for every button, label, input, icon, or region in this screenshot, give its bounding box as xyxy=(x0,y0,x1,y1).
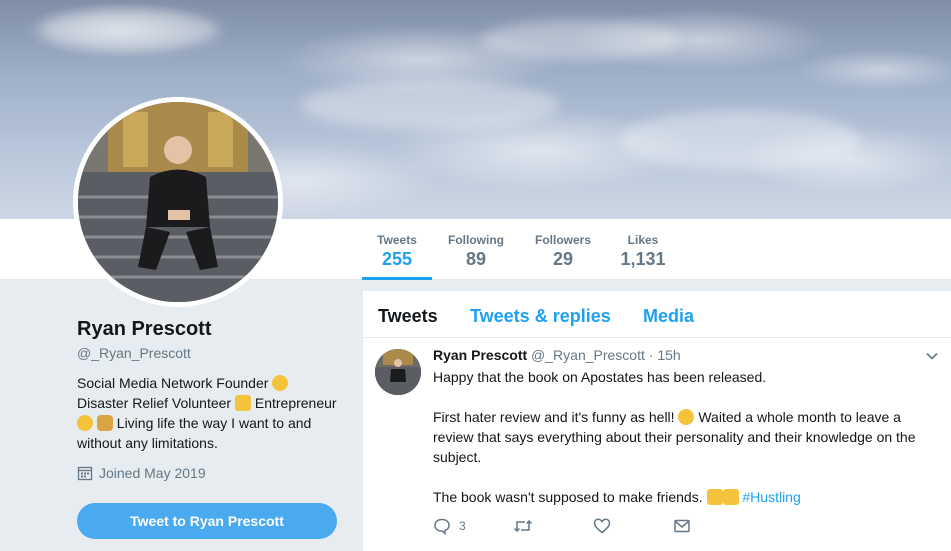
stat-value: 1,131 xyxy=(620,249,666,269)
avatar-photo xyxy=(78,102,278,302)
retweet-icon xyxy=(513,519,533,533)
tweet-actions: 3 xyxy=(433,517,753,535)
stat-following[interactable]: Following 89 xyxy=(443,233,509,280)
tweet-item[interactable]: Ryan Prescott @_Ryan_Prescott · 15h Happ… xyxy=(363,291,951,535)
envelope-icon xyxy=(674,519,690,533)
retweet-button[interactable] xyxy=(513,517,593,535)
joined-text: Joined May 2019 xyxy=(99,465,206,481)
tweet-time[interactable]: 15h xyxy=(657,347,680,363)
profile-handle[interactable]: @_Ryan_Prescott xyxy=(77,345,347,361)
chevron-down-icon[interactable] xyxy=(925,349,939,363)
tweet-header: Ryan Prescott @_Ryan_Prescott · 15h xyxy=(433,347,681,363)
thumbs-up-emoji-icon xyxy=(706,489,723,505)
stat-label: Followers xyxy=(534,233,591,247)
tweet-paragraph: Happy that the book on Apostates has bee… xyxy=(433,369,767,385)
tweet-paragraph: The book wasn't supposed to make friends… xyxy=(433,487,933,507)
stat-label: Likes xyxy=(627,233,659,247)
sunglasses-emoji-icon xyxy=(272,375,289,391)
tweet-to-user-button[interactable]: Tweet to Ryan Prescott xyxy=(77,503,337,539)
stat-value: 89 xyxy=(465,249,487,269)
tweet-avatar[interactable] xyxy=(375,349,421,395)
money-bag-emoji-icon xyxy=(96,415,113,431)
handshake-emoji-icon xyxy=(234,395,251,411)
profile-joined: Joined May 2019 xyxy=(77,465,347,481)
stat-value: 29 xyxy=(552,249,574,269)
flexed-biceps-emoji-icon xyxy=(722,489,739,505)
stat-tweets[interactable]: Tweets 255 xyxy=(362,233,432,280)
profile-bio: Social Media Network Founder Disaster Re… xyxy=(77,373,347,453)
stat-label: Following xyxy=(448,233,504,247)
tweet-text: Happy that the book on Apostates has bee… xyxy=(433,367,933,527)
reply-button[interactable]: 3 xyxy=(433,517,513,535)
tweet-paragraph: First hater review and it's funny as hel… xyxy=(433,407,933,467)
stat-followers[interactable]: Followers 29 xyxy=(530,233,596,280)
calendar-icon xyxy=(77,466,93,481)
tweet-author-handle[interactable]: @_Ryan_Prescott xyxy=(531,347,645,363)
heart-icon xyxy=(593,518,611,534)
money-face-emoji-icon xyxy=(77,415,93,431)
bio-text: Entrepreneur xyxy=(254,395,337,411)
bio-text: Disaster Relief Volunteer xyxy=(77,395,232,411)
bio-text: Social Media Network Founder xyxy=(77,375,269,391)
like-button[interactable] xyxy=(593,517,673,535)
stat-likes[interactable]: Likes 1,131 xyxy=(613,233,673,280)
direct-message-button[interactable] xyxy=(673,517,753,535)
tweet-text-span: The book wasn't supposed to make friends… xyxy=(433,489,703,505)
reply-count: 3 xyxy=(459,519,466,533)
bio-text: without any limitations. xyxy=(77,435,218,451)
tweet-text-span: First hater review and it's funny as hel… xyxy=(433,409,675,425)
hashtag-link[interactable]: #Hustling xyxy=(742,489,800,505)
profile-card: Ryan Prescott @_Ryan_Prescott Social Med… xyxy=(77,318,347,481)
reply-icon xyxy=(434,518,450,535)
profile-name[interactable]: Ryan Prescott xyxy=(77,318,347,341)
tweet-separator: · xyxy=(648,347,654,363)
stat-value: 255 xyxy=(381,249,413,269)
laughing-emoji-icon xyxy=(678,409,695,425)
tweet-avatar-photo xyxy=(375,349,421,395)
bio-text: Living life the way I want to and xyxy=(116,415,312,431)
profile-avatar[interactable] xyxy=(73,97,283,307)
stat-label: Tweets xyxy=(377,233,417,247)
tweet-author-name[interactable]: Ryan Prescott xyxy=(433,347,527,363)
